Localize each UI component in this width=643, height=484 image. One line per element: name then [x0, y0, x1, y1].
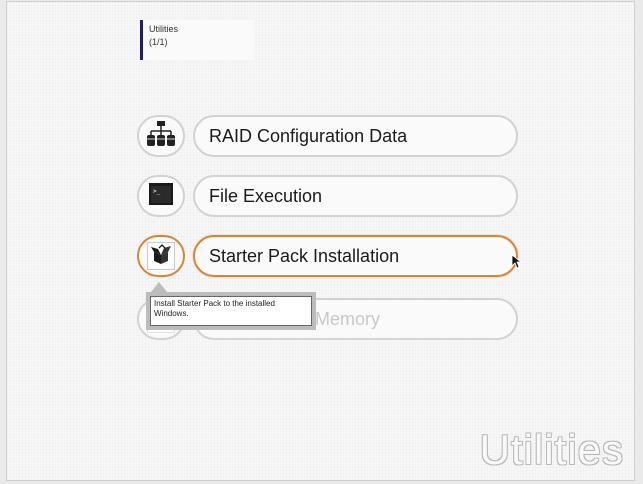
menu-item-raid-configuration[interactable]: RAID Configuration Data	[137, 115, 519, 159]
raid-configuration-button[interactable]: RAID Configuration Data	[193, 115, 518, 157]
starter-pack-icon-button[interactable]	[137, 235, 185, 277]
file-execution-icon-button[interactable]: >_	[137, 175, 185, 217]
utilities-screen: Utilities (1/1) RAID Configuration Data …	[6, 1, 635, 481]
file-execution-label: File Execution	[209, 185, 323, 206]
page-count: (1/1)	[149, 37, 168, 47]
raid-config-icon-button[interactable]	[137, 115, 185, 157]
menu-item-file-execution[interactable]: >_ File Execution	[137, 175, 519, 219]
page-indicator: Utilities (1/1)	[140, 20, 254, 60]
svg-text:>_: >_	[153, 188, 161, 195]
raid-config-icon	[146, 120, 176, 153]
tooltip-text: Install Starter Pack to the installed Wi…	[150, 296, 312, 326]
starter-pack-installation-label: Starter Pack Installation	[209, 245, 400, 266]
memory-label: Memory	[315, 308, 381, 329]
mouse-cursor-icon	[511, 254, 523, 274]
starter-pack-box-icon	[150, 243, 172, 270]
terminal-icon: >_	[148, 182, 174, 211]
tooltip: Install Starter Pack to the installed Wi…	[146, 292, 316, 330]
section-title: Utilities	[149, 24, 179, 34]
watermark-title: Utilities	[479, 426, 624, 473]
tooltip-arrow	[151, 282, 167, 292]
menu-item-starter-pack[interactable]: Starter Pack Installation	[137, 235, 519, 279]
file-execution-button[interactable]: File Execution	[193, 175, 518, 217]
starter-pack-installation-button[interactable]: Starter Pack Installation	[193, 235, 518, 277]
raid-configuration-label: RAID Configuration Data	[209, 125, 408, 146]
